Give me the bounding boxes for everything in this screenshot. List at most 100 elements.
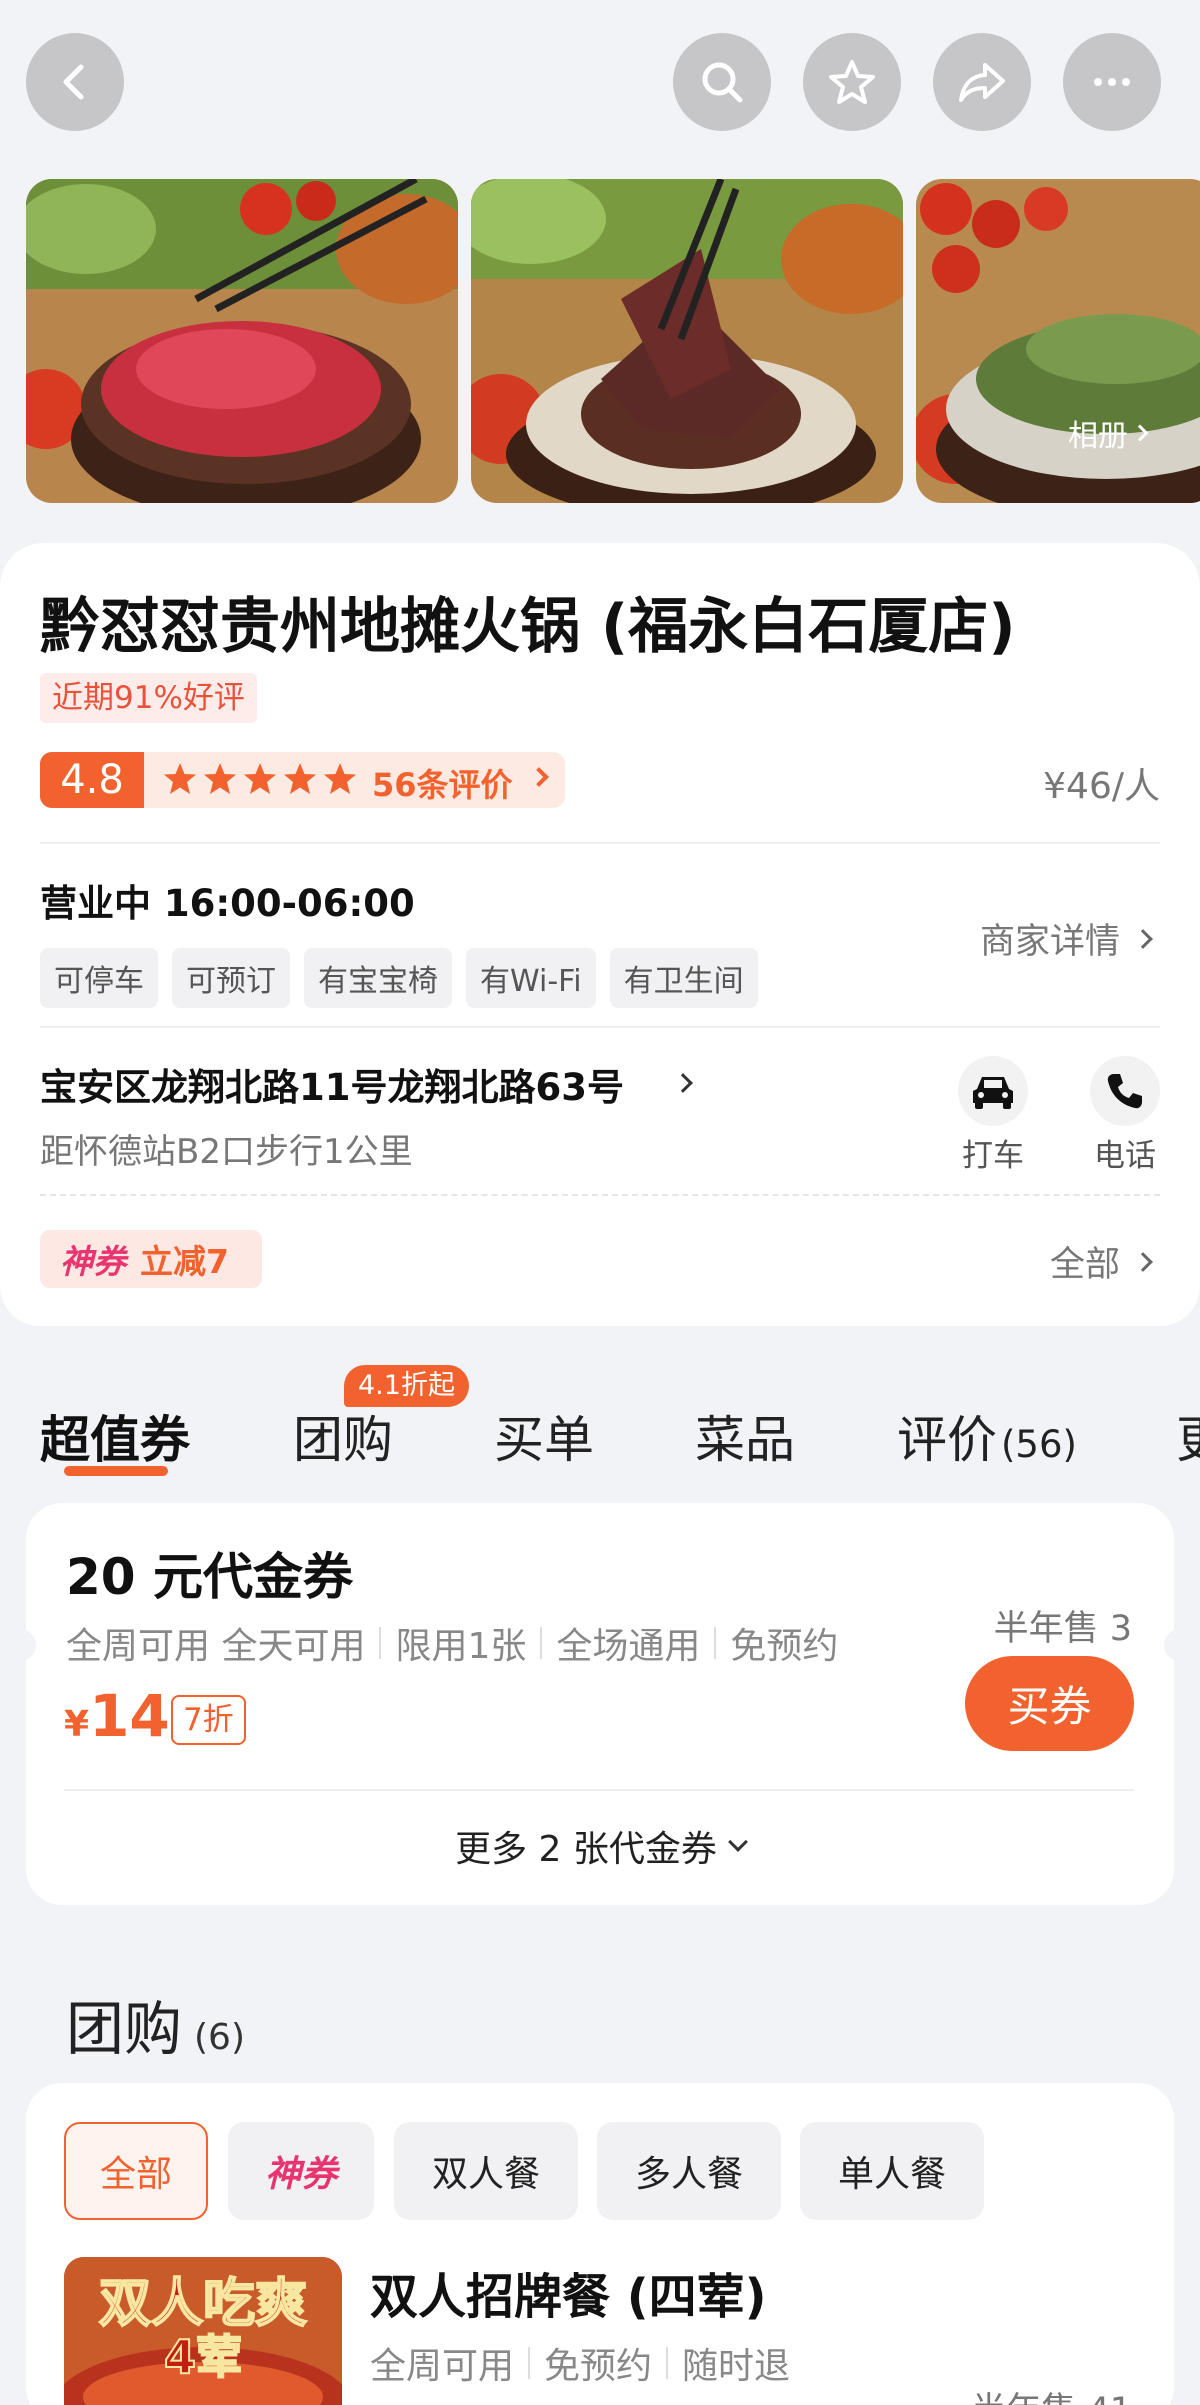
filter-multi-meal[interactable]: 多人餐: [597, 2122, 781, 2220]
gallery-photo-beef[interactable]: [26, 179, 458, 503]
merchant-detail-link[interactable]: 商家详情: [979, 913, 1153, 964]
more-icon: [1094, 78, 1130, 86]
favorite-button[interactable]: [803, 33, 901, 131]
star-filled-icon: [204, 763, 236, 794]
thumbnail-text: 4荤: [163, 2329, 243, 2385]
star-filled-icon: [324, 763, 356, 794]
phone-button[interactable]: [1090, 1056, 1160, 1126]
tab-active-indicator: [64, 1466, 168, 1476]
praise-tag: 近期91%好评: [40, 673, 257, 723]
address[interactable]: 宝安区龙翔北路11号龙翔北路63号: [40, 1057, 624, 1111]
tab-dishes[interactable]: 菜品: [695, 1400, 795, 1472]
shenquan-coupon-badge[interactable]: 神券 立减7: [40, 1230, 262, 1288]
coupon-discount: 立减7: [140, 1242, 229, 1281]
business-hours: 营业中 16:00-06:00: [40, 882, 415, 925]
filter-single-meal[interactable]: 单人餐: [800, 2122, 984, 2220]
group-buy-title: 团购: [66, 1995, 183, 2063]
facility-tag: 有卫生间: [609, 948, 758, 1008]
discount-tag: 7折: [171, 1695, 246, 1745]
group-deal-sold: 半年售 41: [971, 2382, 1132, 2405]
chevron-right-icon: [1133, 1251, 1153, 1272]
separator: [540, 1627, 543, 1659]
star-filled-icon: [284, 763, 316, 794]
more-vouchers-label: 更多 2 张代金券: [455, 1829, 717, 1870]
shop-name: 黔怼怼贵州地摊火锅 (福永白石厦店): [40, 592, 1016, 662]
chevron-down-icon: [727, 1832, 748, 1852]
separator: [714, 1627, 717, 1659]
group-buy-badge: 4.1折起: [344, 1365, 469, 1407]
voucher-sold-count: 半年售 3: [993, 1609, 1132, 1649]
merchant-detail-label: 商家详情: [979, 922, 1120, 962]
gallery-photo-cured-meat[interactable]: [471, 179, 903, 503]
share-button[interactable]: [933, 33, 1031, 131]
voucher-title: 20 元代金券: [66, 1548, 353, 1606]
chevron-right-icon: [673, 1072, 693, 1093]
tab-group-buy[interactable]: 团购: [293, 1400, 393, 1472]
filter-double-meal[interactable]: 双人餐: [394, 2122, 578, 2220]
group-buy-count: (6): [194, 2017, 246, 2058]
deal-term: 免预约: [544, 2346, 653, 2387]
facility-tag: 有Wi-Fi: [466, 948, 596, 1008]
divider: [40, 842, 1160, 844]
divider: [40, 1026, 1160, 1028]
currency-symbol: ¥: [64, 1704, 90, 1745]
star-filled-icon: [164, 763, 196, 794]
star-filled-icon: [244, 763, 276, 794]
phone-icon: [1107, 1074, 1142, 1109]
group-deal-thumbnail[interactable]: 双人吃爽 4荤: [64, 2257, 342, 2405]
deal-term: 全周可用: [370, 2346, 515, 2387]
price-value: 14: [89, 1682, 170, 1750]
share-icon: [959, 63, 1005, 102]
distance-info: 距怀德站B2口步行1公里: [40, 1132, 413, 1172]
chevron-right-icon: [1133, 928, 1153, 949]
album-link[interactable]: 相册: [1068, 411, 1149, 455]
voucher-term: 限用1张: [395, 1626, 527, 1667]
taxi-button[interactable]: [958, 1056, 1028, 1126]
all-coupons-label: 全部: [1049, 1245, 1120, 1285]
back-button[interactable]: [26, 33, 124, 131]
more-vouchers-link[interactable]: 更多 2 张代金券: [0, 1820, 1200, 1872]
tab-pay-bill[interactable]: 买单: [494, 1400, 594, 1472]
voucher-term: 全周可用 全天可用: [66, 1626, 366, 1667]
star-icon: [829, 60, 875, 104]
phone-label: 电话: [1094, 1138, 1156, 1174]
price-per-person: ¥46/人: [1043, 766, 1160, 807]
buy-voucher-button[interactable]: 买券: [965, 1656, 1134, 1751]
tab-value-vouchers[interactable]: 超值券: [40, 1400, 190, 1472]
group-deal-terms: 全周可用 免预约 随时退: [370, 2337, 790, 2389]
group-buy-heading: 团购 (6): [66, 1982, 245, 2066]
separator: [666, 2347, 669, 2379]
tab-reviews-label: 评价: [897, 1411, 997, 1469]
facility-tag: 可停车: [40, 948, 158, 1008]
tab-more[interactable]: 更: [1176, 1400, 1200, 1472]
all-coupons-link[interactable]: 全部: [1049, 1236, 1153, 1287]
more-button[interactable]: [1063, 33, 1161, 131]
gallery-photo-vegetables[interactable]: 相册: [916, 179, 1200, 503]
tab-reviews-count: (56): [1001, 1423, 1077, 1466]
car-icon: [973, 1077, 1013, 1109]
taxi-label: 打车: [962, 1138, 1024, 1174]
tab-reviews[interactable]: 评价 (56): [897, 1400, 1077, 1472]
filter-shenquan[interactable]: 神券: [228, 2122, 374, 2220]
facility-tags: 可停车 可预订 有宝宝椅 有Wi-Fi 有卫生间: [40, 948, 772, 1008]
voucher-term: 全场通用: [556, 1626, 701, 1667]
chevron-left-icon: [63, 64, 84, 100]
rating-stars: [162, 761, 358, 797]
search-icon: [702, 62, 743, 103]
voucher-price: ¥14: [64, 1682, 170, 1750]
shenquan-brand: 神券: [60, 1242, 126, 1281]
divider: [64, 1789, 1134, 1791]
album-label: 相册: [1068, 419, 1128, 454]
dashed-divider: [40, 1194, 1160, 1196]
group-deal-title[interactable]: 双人招牌餐 (四荤): [370, 2257, 767, 2327]
voucher-term: 免预约: [730, 1626, 839, 1667]
chevron-right-icon: [1131, 424, 1149, 442]
separator: [528, 2347, 531, 2379]
rating-score: 4.8: [40, 752, 144, 808]
facility-tag: 可预订: [172, 948, 290, 1008]
review-link[interactable]: 56条评价: [372, 760, 513, 806]
separator: [379, 1627, 382, 1659]
search-button[interactable]: [673, 33, 771, 131]
filter-all[interactable]: 全部: [64, 2122, 208, 2220]
facility-tag: 有宝宝椅: [304, 948, 452, 1008]
